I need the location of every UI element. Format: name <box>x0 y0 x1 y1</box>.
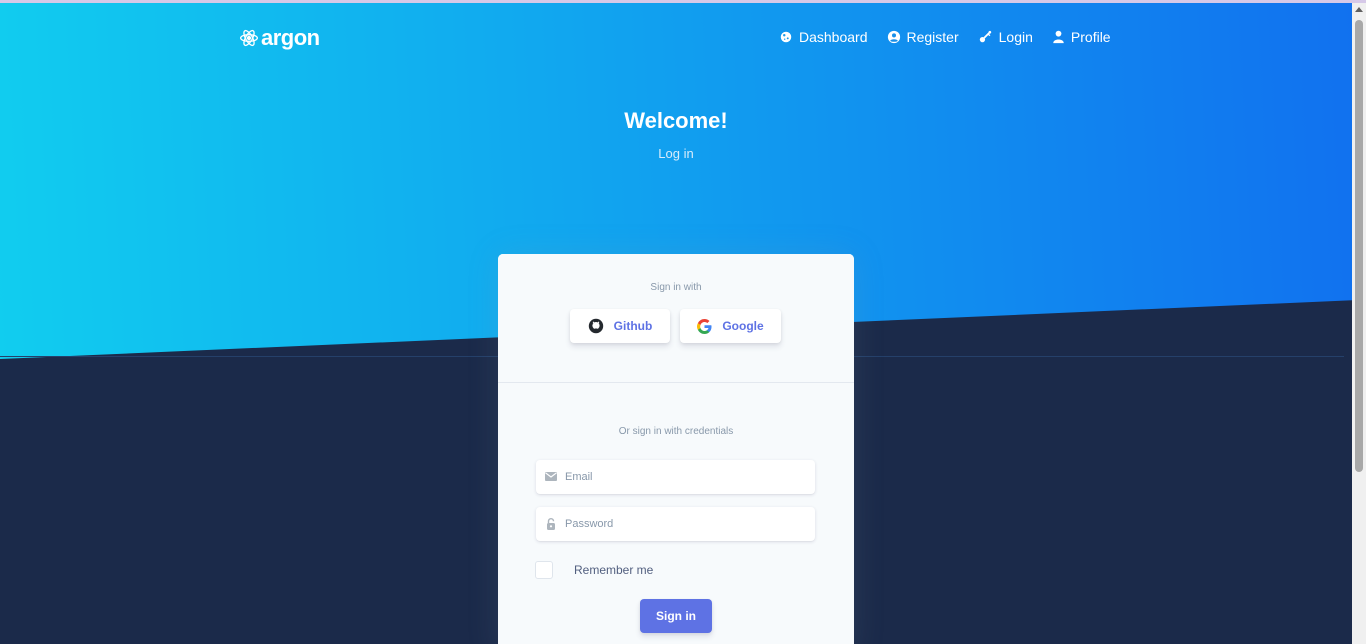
google-icon <box>697 318 712 334</box>
login-card-header: Sign in with <box>498 254 854 383</box>
scroll-up-arrow-icon[interactable] <box>1355 7 1363 12</box>
nav-label-login: Login <box>998 29 1033 45</box>
nav-label-dashboard: Dashboard <box>799 29 868 45</box>
nav-item-login[interactable]: Login <box>978 29 1033 45</box>
page-title: Welcome! <box>624 108 728 133</box>
brand-logo[interactable]: argon <box>239 25 320 51</box>
login-card: Sign in with Or sign in with credentials <box>498 254 854 644</box>
github-button-label: Github <box>613 319 653 333</box>
vertical-scrollbar[interactable] <box>1352 3 1366 644</box>
scrollbar-thumb[interactable] <box>1355 20 1363 472</box>
email-field[interactable] <box>565 471 795 483</box>
password-field[interactable] <box>565 518 795 530</box>
atom-icon <box>239 28 259 48</box>
lock-icon <box>536 518 565 530</box>
google-button[interactable]: Google <box>680 309 781 343</box>
user-circle-icon <box>887 30 901 44</box>
top-nav: Dashboard Register Login Profile <box>779 29 1111 45</box>
planet-icon <box>779 30 793 44</box>
remember-me-label: Remember me <box>574 563 654 577</box>
credentials-label: Or sign in with credentials <box>618 426 734 437</box>
brand-name: argon <box>261 25 320 50</box>
social-signin-label: Sign in with <box>650 282 702 293</box>
page: argon Dashboard Register Login Profile W… <box>0 0 1366 644</box>
google-button-label: Google <box>722 319 764 333</box>
remember-me-checkbox[interactable] <box>535 561 553 579</box>
key-icon <box>978 30 993 44</box>
nav-item-dashboard[interactable]: Dashboard <box>779 29 868 45</box>
page-subtitle: Log in <box>658 146 694 161</box>
nav-label-profile: Profile <box>1070 29 1111 45</box>
sign-in-button[interactable]: Sign in <box>640 599 712 633</box>
nav-label-register: Register <box>906 29 959 45</box>
nav-item-register[interactable]: Register <box>887 29 959 45</box>
email-field-group <box>536 460 815 494</box>
envelope-icon <box>536 472 565 482</box>
github-button[interactable]: Github <box>570 309 670 343</box>
nav-item-profile[interactable]: Profile <box>1052 29 1111 45</box>
password-field-group <box>536 507 815 541</box>
user-icon <box>1052 30 1065 44</box>
top-border <box>0 0 1366 3</box>
github-icon <box>588 318 604 334</box>
